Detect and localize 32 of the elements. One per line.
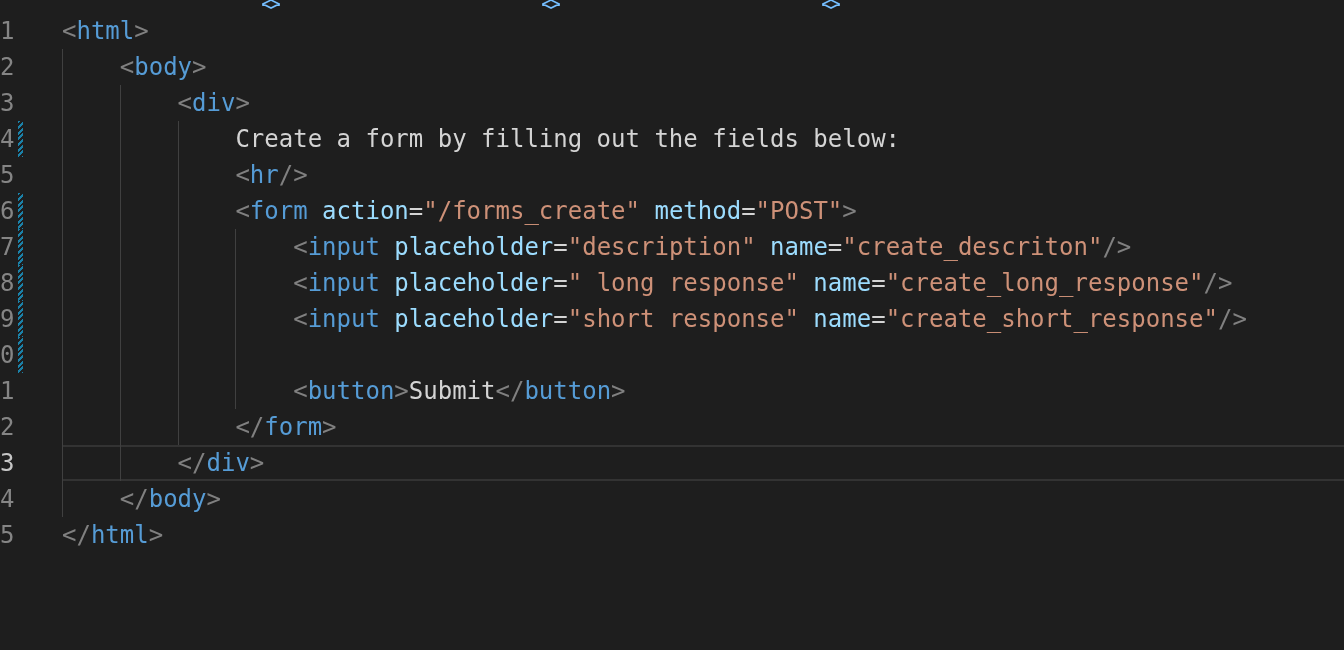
code-line: </html> <box>62 520 164 550</box>
code-line: <div> <box>176 88 250 118</box>
line-number: 2 <box>0 412 15 443</box>
line-number: 4 <box>0 124 15 155</box>
code-line: <body> <box>118 52 207 82</box>
line-number: 8 <box>0 268 15 299</box>
cube-icon <box>822 0 840 10</box>
code-line: </div> <box>176 448 265 478</box>
code-line: <button>Submit</button> <box>292 376 626 406</box>
code-line: </body> <box>118 484 221 514</box>
code-line: <input placeholder="short response" name="create_short_response"/> <box>292 304 1247 334</box>
cube-icon <box>542 0 560 10</box>
line-number: 1 <box>0 16 15 47</box>
line-number: 1 <box>0 376 15 407</box>
code-line: Create a form by filling out the fields below: <box>234 124 901 154</box>
code-line: </form> <box>234 412 337 442</box>
line-number: 7 <box>0 232 15 263</box>
line-number: 2 <box>0 52 15 83</box>
line-number: 4 <box>0 484 15 515</box>
code-line: <html> <box>62 16 149 46</box>
line-number: 5 <box>0 520 15 551</box>
line-number: 0 <box>0 340 15 371</box>
cube-icon <box>262 0 280 10</box>
line-number: 6 <box>0 196 15 227</box>
line-number: 3 <box>0 88 15 119</box>
line-number: 5 <box>0 160 15 191</box>
code-line: <hr/> <box>234 160 308 190</box>
line-number: 9 <box>0 304 15 335</box>
code-line: <input placeholder=" long response" name="create_long_response"/> <box>292 268 1233 298</box>
code-line: <input placeholder="description" name="create_descriton"/> <box>292 232 1132 262</box>
code-line: <form action="/forms_create" method="POST"> <box>234 196 857 226</box>
line-number: 3 <box>0 448 15 479</box>
